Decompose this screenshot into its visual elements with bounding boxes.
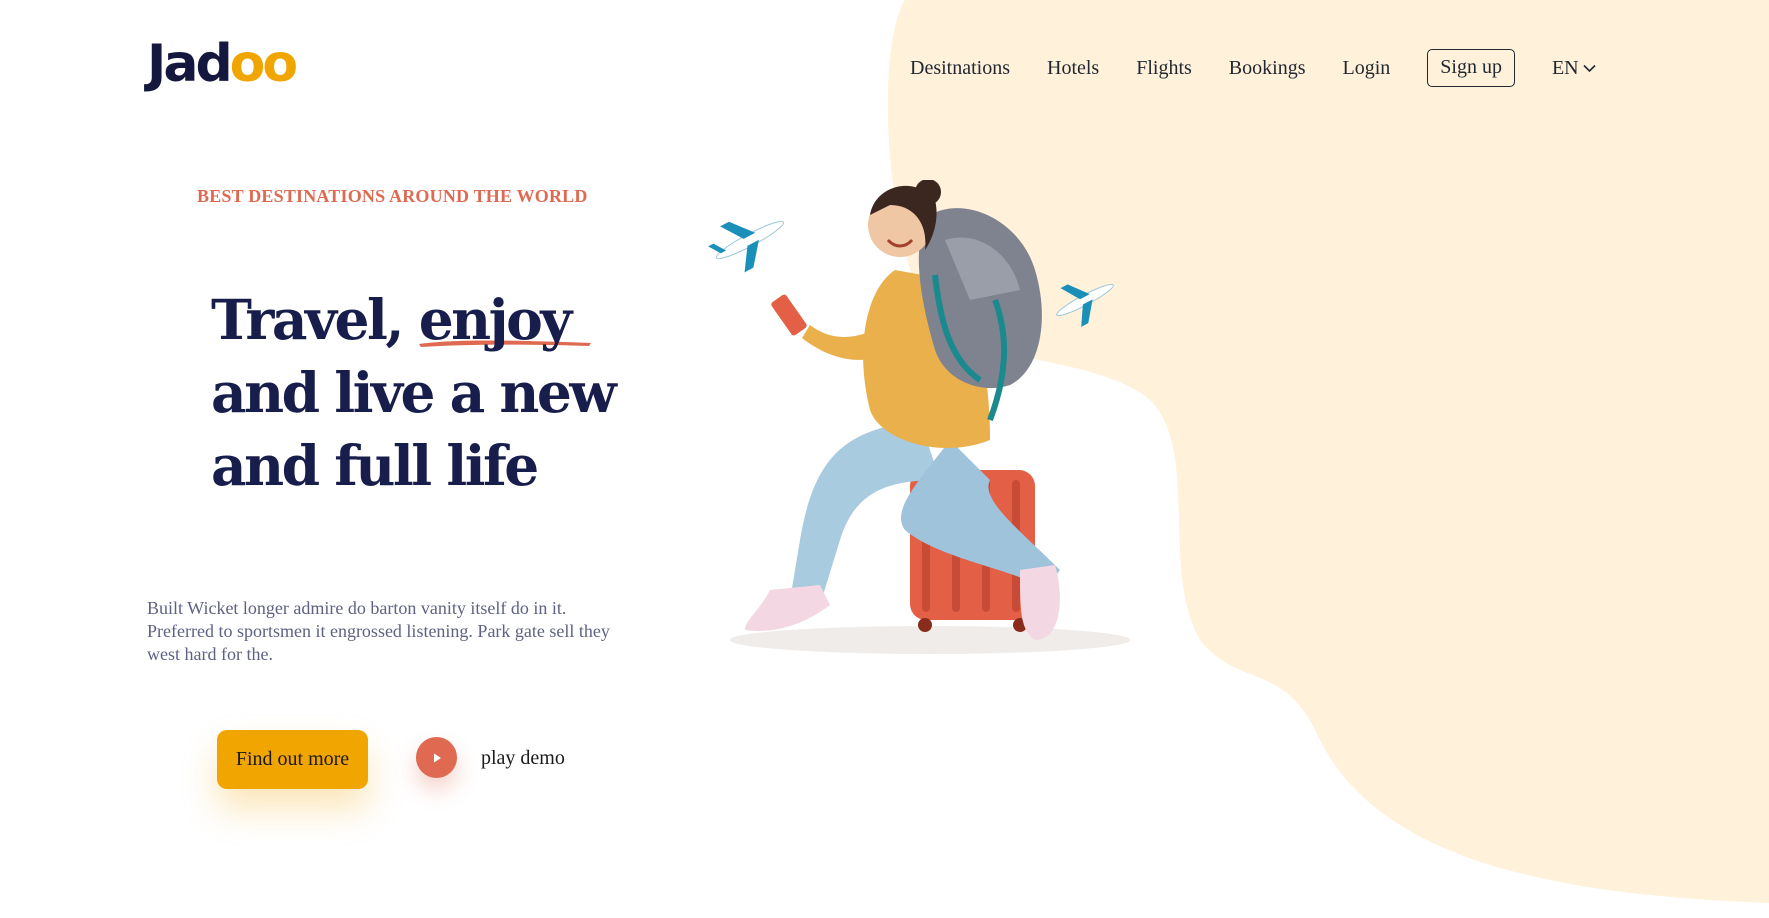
signup-button[interactable]: Sign up [1427, 49, 1515, 87]
logo-accent-text: oo [229, 34, 298, 94]
hero-headline: Travel, enjoy and live a new and full li… [211, 283, 617, 502]
find-out-more-button[interactable]: Find out more [217, 730, 368, 789]
headline-highlight: enjoy [418, 283, 591, 356]
language-selector[interactable]: EN [1552, 57, 1596, 80]
headline-prefix: Travel, [211, 287, 419, 352]
airplane-right-icon [1056, 283, 1114, 327]
headline-line-3: and full life [211, 433, 539, 498]
nav-item-hotels[interactable]: Hotels [1047, 57, 1099, 80]
nav-item-login[interactable]: Login [1342, 57, 1390, 80]
main-nav: Desitnations Hotels Flights Bookings Log… [910, 49, 1596, 87]
play-demo-button[interactable] [416, 737, 457, 778]
hero-traveler-image [708, 180, 1130, 654]
logo-text: Jad [147, 34, 233, 94]
chevron-down-icon [1583, 64, 1596, 72]
play-icon [433, 753, 441, 762]
nav-item-flights[interactable]: Flights [1136, 57, 1192, 80]
brand-logo[interactable]: Jadoo [147, 38, 298, 90]
hero-tagline: BEST DESTINATIONS AROUND THE WORLD [197, 186, 588, 206]
nav-item-destinations[interactable]: Desitnations [910, 57, 1010, 80]
hero-description: Built Wicket longer admire do barton van… [147, 598, 610, 664]
play-demo-label[interactable]: play demo [481, 747, 565, 770]
nav-item-bookings[interactable]: Bookings [1229, 57, 1306, 80]
airplane-left-icon [708, 220, 785, 273]
headline-highlight-text: enjoy [418, 287, 573, 352]
language-label: EN [1551, 56, 1579, 79]
headline-line-1: Travel, enjoy [211, 283, 614, 356]
headline-line-2: and live a new [211, 360, 617, 425]
